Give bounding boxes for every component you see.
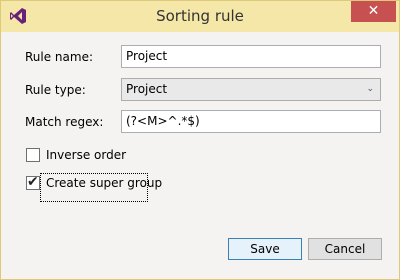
rule-name-input[interactable]: Project <box>121 45 381 68</box>
window-title: Sorting rule <box>156 7 244 25</box>
create-super-group-checkbox[interactable]: ✔ <box>26 174 40 190</box>
save-button[interactable]: Save <box>228 238 302 260</box>
create-super-group-label[interactable]: Create super group <box>46 175 162 191</box>
cancel-button[interactable]: Cancel <box>308 238 382 260</box>
rule-name-label: Rule name: <box>25 50 94 64</box>
title-bar: Sorting rule ✕ <box>1 1 399 32</box>
match-regex-label: Match regex: <box>25 115 104 129</box>
rule-type-value: Project <box>126 82 168 96</box>
rule-type-select[interactable]: Project ⌄ <box>121 78 381 101</box>
close-button[interactable]: ✕ <box>351 1 396 22</box>
dialog-body: Rule name: Project Rule type: Project ⌄ … <box>9 32 391 272</box>
checkmark-icon: ✔ <box>27 174 39 190</box>
sorting-rule-dialog: Sorting rule ✕ Rule name: Project Rule t… <box>0 0 400 280</box>
match-regex-input[interactable]: (?<M>^.*$) <box>121 110 381 133</box>
rule-type-label: Rule type: <box>25 83 86 97</box>
inverse-order-label[interactable]: Inverse order <box>46 147 126 163</box>
chevron-down-icon: ⌄ <box>366 84 374 94</box>
inverse-order-checkbox[interactable] <box>26 148 40 162</box>
